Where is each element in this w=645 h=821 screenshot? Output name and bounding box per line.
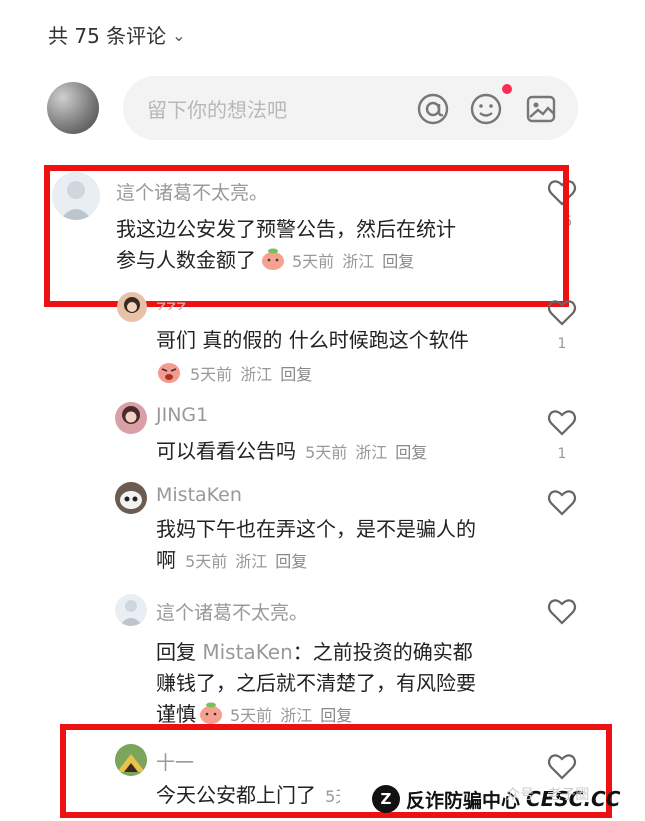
comment-meta: 5天前浙江回复 (230, 706, 360, 725)
watermark-logo-icon: Z (372, 785, 400, 813)
my-avatar[interactable] (47, 82, 99, 134)
like-count: 1 (557, 336, 567, 352)
comment-meta: 5天前浙江回复 (185, 552, 315, 571)
comment-time: 5天前 (230, 706, 273, 725)
peach-emoji-icon (198, 701, 224, 725)
comment-text: 回复 MistaKen：之前投资的确实都 赚钱了，之后就不清楚了，有风险要 谨慎… (156, 637, 476, 731)
comment-text: 啊 (156, 548, 176, 572)
heart-icon[interactable] (547, 408, 577, 436)
comment-text: 可以看看公告吗 (156, 439, 296, 463)
comment-location: 浙江 (355, 443, 388, 462)
notification-dot (502, 84, 512, 94)
avatar[interactable] (115, 482, 147, 514)
comment-meta: 5天前浙江回复 (156, 360, 320, 385)
comment-username[interactable]: JING1 (156, 404, 208, 426)
reply-button[interactable]: 回复 (395, 443, 427, 462)
image-icon[interactable] (524, 92, 558, 126)
reply-button[interactable]: 回复 (275, 552, 307, 571)
reply-button[interactable]: 回复 (280, 365, 312, 384)
comment-username[interactable]: 這个诸葛不太亮。 (156, 598, 308, 625)
at-icon[interactable] (416, 92, 450, 126)
comment-text: 哥们 真的假的 什么时候跑这个软件 (156, 328, 469, 352)
avatar[interactable] (117, 292, 147, 322)
comment-username[interactable]: MistaKen (156, 484, 242, 506)
comment-text-line: ：之前投资的确实都 (292, 640, 473, 664)
comment-text-line: 谨慎 (156, 702, 196, 726)
comment-username[interactable]: zzz (156, 296, 186, 310)
chevron-down-icon: ⌄ (172, 26, 186, 45)
highlight-box (44, 165, 569, 307)
comment-count-label: 共 75 条评论 (48, 24, 167, 48)
comment-location: 浙江 (235, 552, 268, 571)
comment-count-header[interactable]: 共 75 条评论 ⌄ (48, 20, 186, 49)
angry-emoji-icon (156, 360, 182, 384)
emoji-icon[interactable] (469, 92, 503, 126)
comment-meta: 5天前浙江回复 (305, 443, 435, 462)
comment-input-placeholder: 留下你的想法吧 (147, 98, 287, 122)
comment-row: 啊 5天前 浙江 回复 (156, 545, 315, 576)
watermark-text: 反诈防骗中心 (406, 789, 521, 812)
comment-text-line: 赚钱了，之后就不清楚了，有风险要 (156, 671, 476, 695)
comment-location: 浙江 (240, 365, 273, 384)
like-count: 1 (557, 446, 567, 462)
heart-icon[interactable] (547, 488, 577, 516)
comment-text: 我妈下午也在弄这个，是不是骗人的 (156, 517, 476, 541)
avatar[interactable] (115, 594, 147, 626)
heart-icon[interactable] (547, 597, 577, 625)
reply-button[interactable]: 回复 (320, 706, 352, 725)
reply-target-username[interactable]: MistaKen (202, 640, 292, 664)
watermark-trailing: 众号 · 老子圈 (506, 787, 590, 803)
comment-time: 5天前 (190, 365, 233, 384)
comment-time: 5天前 (185, 552, 228, 571)
comment-location: 浙江 (280, 706, 313, 725)
comment-time: 5天前 (305, 443, 348, 462)
comment-row: 可以看看公告吗 5天前 浙江 回复 (156, 436, 435, 467)
avatar[interactable] (115, 402, 147, 434)
reply-prefix: 回复 (156, 640, 196, 664)
heart-icon[interactable] (547, 298, 577, 326)
